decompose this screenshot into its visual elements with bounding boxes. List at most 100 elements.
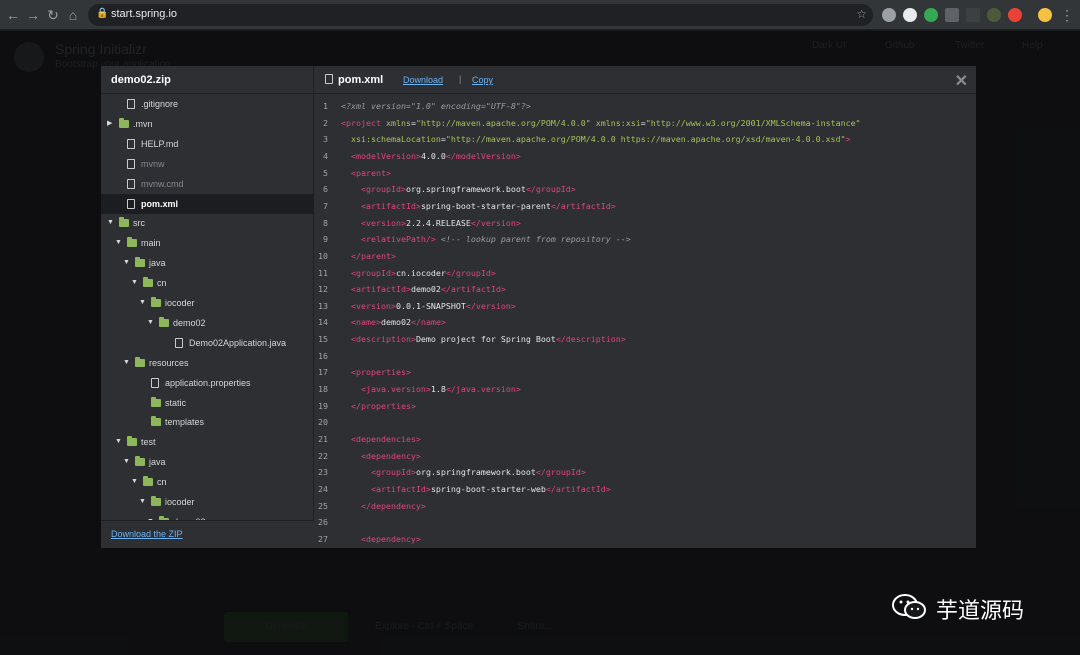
- forward-button[interactable]: →: [24, 6, 42, 24]
- line-number: 26: [318, 517, 328, 528]
- code-text: <dependency>: [360, 450, 421, 461]
- caret-down-icon[interactable]: ▼: [123, 452, 130, 472]
- extension-icon[interactable]: [987, 8, 1001, 22]
- line-number: 18: [318, 384, 328, 395]
- code-text: <project xmlns="http://maven.apache.org/…: [341, 117, 861, 128]
- tree-folder[interactable]: ▼ cn: [101, 472, 314, 492]
- reload-button[interactable]: ↻: [44, 6, 62, 24]
- folder-icon: [135, 456, 145, 467]
- line-number: 9: [323, 234, 328, 245]
- caret-down-icon[interactable]: ▼: [147, 512, 154, 520]
- tree-item-label: main: [141, 238, 161, 249]
- tree-folder[interactable]: ▼ src: [101, 213, 314, 233]
- extension-icon[interactable]: [945, 8, 959, 22]
- code-line: 1 <?xml version="1.0" encoding="UTF-8"?>: [314, 98, 976, 115]
- tree-folder[interactable]: ▼ cn: [101, 273, 314, 293]
- home-button[interactable]: ⌂: [64, 6, 82, 24]
- line-number: 1: [323, 101, 328, 111]
- extension-icon[interactable]: [882, 8, 896, 22]
- caret-down-icon[interactable]: ▼: [131, 273, 138, 293]
- profile-avatar[interactable]: [1038, 8, 1052, 22]
- file-icon: [127, 178, 135, 189]
- tree-file[interactable]: Demo02Application.java: [101, 333, 314, 353]
- tree-folder[interactable]: ▼ demo02: [101, 313, 314, 333]
- sidebar-header: demo02.zip: [101, 66, 314, 94]
- tree-folder[interactable]: templates: [101, 412, 314, 432]
- code-line: 4 <modelVersion>4.0.0</modelVersion>: [314, 148, 976, 165]
- url-text[interactable]: start.spring.io: [111, 8, 177, 20]
- back-button[interactable]: ←: [4, 6, 22, 24]
- file-viewer: pom.xml Download | Copy ✕ 1 <?xml version…: [314, 66, 976, 548]
- caret-down-icon[interactable]: ▼: [115, 233, 122, 253]
- file-icon: [127, 99, 135, 109]
- tree-folder[interactable]: ▼ iocoder: [101, 293, 314, 313]
- folder-icon: [135, 356, 145, 367]
- download-link[interactable]: Download: [403, 75, 443, 85]
- caret-down-icon[interactable]: ▼: [107, 213, 114, 233]
- tree-folder[interactable]: static: [101, 393, 314, 413]
- viewer-header: pom.xml Download | Copy: [314, 66, 976, 94]
- extension-icon[interactable]: [1008, 8, 1022, 22]
- tree-folder[interactable]: ▼ iocoder: [101, 492, 314, 512]
- folder-icon: [135, 257, 145, 268]
- address-bar[interactable]: 🔒 start.spring.io ☆: [88, 4, 873, 26]
- code-text: </parent>: [351, 250, 396, 261]
- tree-file[interactable]: mvnw.cmd: [101, 174, 314, 194]
- bookmark-star-icon[interactable]: ☆: [856, 7, 867, 21]
- code-text: <artifactId>spring-boot-starter-web</art…: [370, 483, 611, 494]
- code-text: <artifactId>demo02</artifactId>: [351, 284, 506, 295]
- code-line: 8 <version>2.2.4.RELEASE</version>: [314, 215, 976, 232]
- code-line: 20: [314, 414, 976, 431]
- line-number: 22: [318, 450, 328, 461]
- close-icon[interactable]: ✕: [955, 71, 968, 91]
- tree-folder[interactable]: ▼ resources: [101, 353, 314, 373]
- code-text: <dependencies>: [351, 434, 421, 444]
- code-text: <dependency>: [360, 533, 421, 544]
- caret-right-icon[interactable]: ▶: [107, 114, 112, 134]
- caret-down-icon[interactable]: ▼: [131, 472, 138, 492]
- caret-down-icon[interactable]: ▼: [139, 492, 146, 512]
- caret-down-icon[interactable]: ▼: [123, 353, 130, 373]
- caret-down-icon[interactable]: ▼: [139, 293, 146, 313]
- code-line: 22 <dependency>: [314, 448, 976, 465]
- extension-icon[interactable]: [903, 8, 917, 22]
- line-number: 16: [318, 350, 328, 361]
- extension-icon[interactable]: [924, 8, 938, 22]
- code-text: <groupId>org.springframework.boot</group…: [360, 184, 576, 195]
- copy-link[interactable]: Copy: [472, 75, 493, 85]
- tree-file[interactable]: .gitignore: [101, 94, 314, 114]
- code-line: 7 <artifactId>spring-boot-starter-parent…: [314, 198, 976, 215]
- tree-folder[interactable]: ▼ java: [101, 253, 314, 273]
- tree-item-label: HELP.md: [141, 138, 179, 149]
- caret-down-icon[interactable]: ▼: [147, 313, 154, 333]
- code-text: </properties>: [351, 400, 416, 411]
- code-line: 27 <dependency>: [314, 531, 976, 548]
- tree-folder[interactable]: ▼ test: [101, 432, 314, 452]
- download-zip-link[interactable]: Download the ZIP: [111, 529, 183, 539]
- tree-item-label: test: [141, 437, 156, 448]
- file-icon: [325, 74, 333, 84]
- tree-item-label: src: [133, 218, 145, 229]
- tree-file[interactable]: HELP.md: [101, 134, 314, 154]
- file-icon: [127, 198, 135, 209]
- tree-item-label: cn: [157, 278, 167, 289]
- line-number: 12: [318, 284, 328, 295]
- extension-icon[interactable]: [966, 8, 980, 22]
- caret-down-icon[interactable]: ▼: [123, 253, 130, 273]
- tree-folder[interactable]: ▼ java: [101, 452, 314, 472]
- browser-toolbar: ← → ↻ ⌂ 🔒 start.spring.io ☆ ⋮: [0, 0, 1080, 30]
- caret-down-icon[interactable]: ▼: [115, 432, 122, 452]
- lock-icon: 🔒: [96, 8, 109, 19]
- tree-file[interactable]: pom.xml: [101, 193, 314, 214]
- code-text: <?xml version="1.0" encoding="UTF-8"?>: [341, 101, 531, 111]
- line-number: 20: [318, 417, 328, 428]
- code-line: 12 <artifactId>demo02</artifactId>: [314, 281, 976, 298]
- sidebar-footer: Download the ZIP: [101, 520, 314, 548]
- code-viewer[interactable]: 1 <?xml version="1.0" encoding="UTF-8"?> 2…: [314, 94, 976, 548]
- tree-folder[interactable]: ▶ .mvn: [101, 114, 314, 134]
- menu-icon[interactable]: ⋮: [1058, 6, 1076, 24]
- tree-folder[interactable]: ▼ main: [101, 233, 314, 253]
- tree-file[interactable]: mvnw: [101, 154, 314, 174]
- tree-file[interactable]: application.properties: [101, 373, 314, 393]
- tree-folder[interactable]: ▼ demo02: [101, 512, 314, 520]
